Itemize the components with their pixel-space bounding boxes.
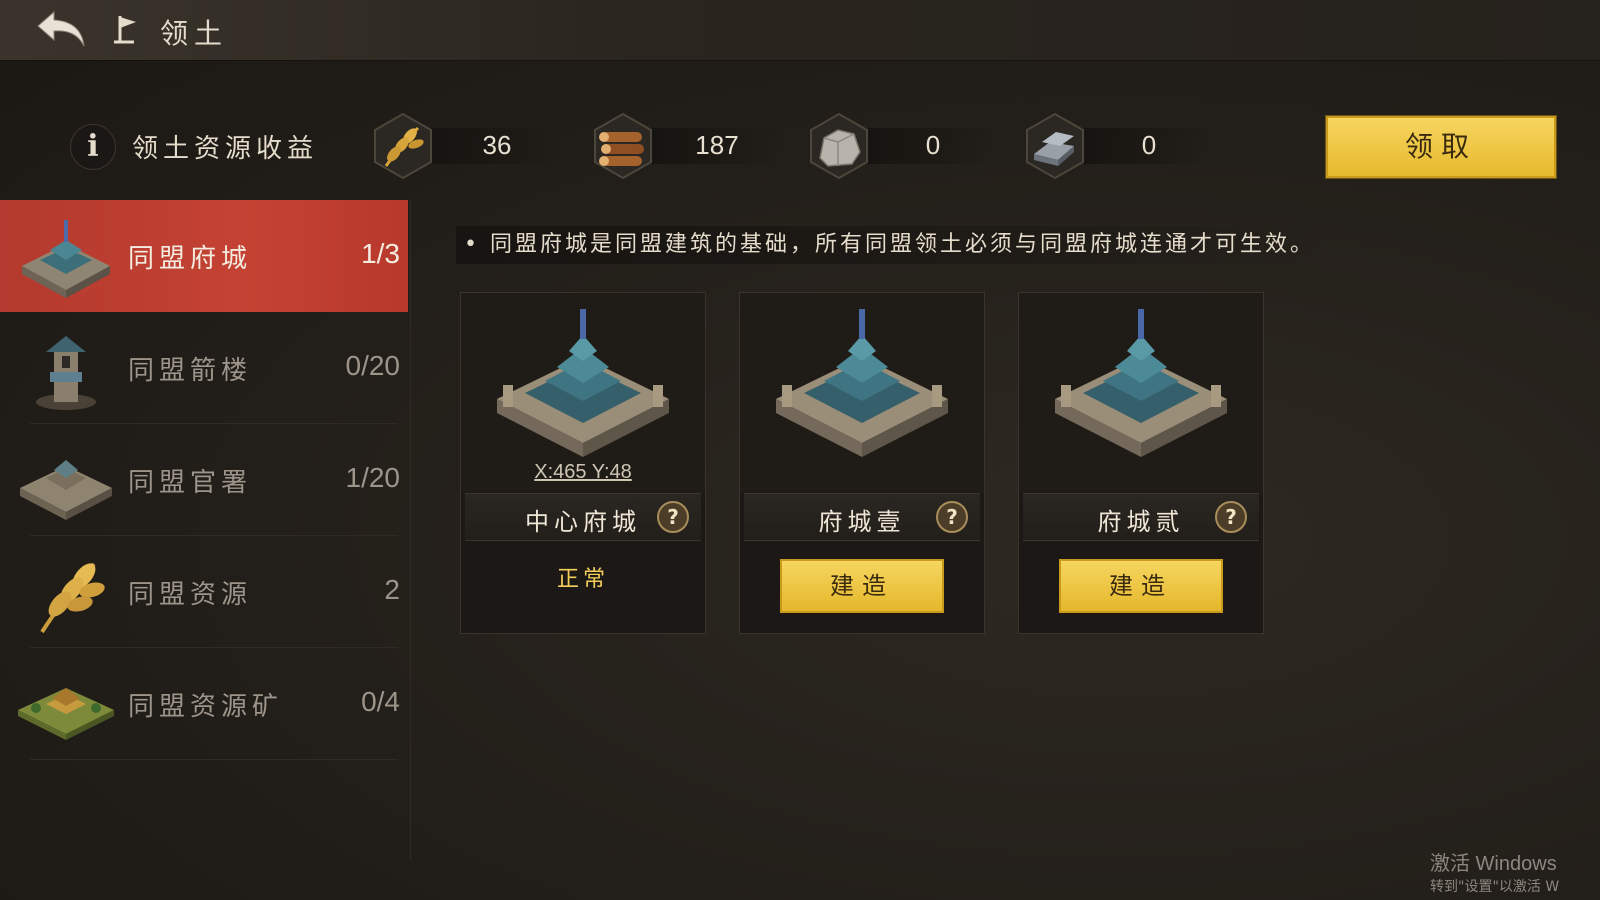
building-image-area [1019, 293, 1263, 493]
card-name-bar: 府城壹 ? [744, 493, 980, 541]
sidebar-item-count: 0/4 [361, 686, 400, 717]
iron-icon [1026, 112, 1084, 180]
help-icon[interactable]: ? [936, 501, 968, 533]
sidebar-item-alliance-city[interactable]: 同盟府城 1/3 [0, 200, 408, 312]
city-coordinates-link[interactable]: X:465 Y:48 [461, 461, 705, 484]
sidebar-item-alliance-resource[interactable]: 同盟资源 2 [0, 536, 408, 648]
windows-activation-watermark: 激活 Windows 转到"设置"以激活 W [1430, 847, 1600, 896]
wheat-resource-icon [40, 562, 105, 634]
build-button[interactable]: 建造 [780, 559, 944, 613]
stone-icon [810, 112, 868, 180]
sidebar-item-label: 同盟资源矿 [128, 692, 284, 722]
building-image-area [740, 293, 984, 493]
watermark-line-2: 转到"设置"以激活 W [1430, 879, 1560, 895]
sidebar-item-count: 1/3 [361, 238, 400, 269]
city-building-icon [1055, 309, 1227, 457]
city-building-icon [776, 309, 948, 457]
wood-value: 187 [695, 130, 739, 160]
building-image-area: X:465 Y:48 [461, 293, 705, 493]
iron-value: 0 [1141, 130, 1157, 160]
sidebar-item-arrow-tower[interactable]: 同盟箭楼 0/20 [0, 312, 408, 424]
sidebar-item-count: 0/20 [345, 350, 401, 381]
sidebar-item-label: 同盟箭楼 [128, 356, 253, 386]
city-building-icon [497, 309, 669, 457]
card-city-one: 府城壹 ? 建造 [739, 292, 985, 634]
sidebar-item-government-office[interactable]: 同盟官署 1/20 [0, 424, 408, 536]
card-city-two: 府城贰 ? 建造 [1018, 292, 1264, 634]
building-category-sidebar: 同盟府城 1/3 同盟箭楼 0/20 同盟官署 1/20 同盟资源 2 同盟资源… [0, 200, 411, 860]
card-status: 正常 [556, 567, 609, 592]
help-icon[interactable]: ? [657, 501, 689, 533]
sidebar-item-label: 同盟官署 [128, 468, 253, 498]
government-office-icon [20, 460, 112, 520]
flag-icon [112, 14, 142, 46]
wheat-value: 36 [482, 130, 512, 160]
wood-icon [594, 112, 652, 180]
sidebar-item-label: 同盟府城 [128, 244, 253, 274]
card-name-bar: 中心府城 ? [465, 493, 701, 541]
watermark-line-1: 激活 Windows [1430, 853, 1557, 875]
sidebar-item-count: 2 [384, 574, 400, 605]
sidebar-item-count: 1/20 [345, 462, 401, 493]
arrow-tower-icon [36, 336, 96, 410]
resource-income-title: 领土资源收益 [132, 134, 319, 164]
stone-value: 0 [925, 130, 941, 160]
claim-button[interactable]: 领取 [1326, 116, 1556, 178]
resource-mine-icon [18, 688, 114, 740]
alliance-city-icon [22, 220, 110, 298]
sidebar-item-resource-mine[interactable]: 同盟资源矿 0/4 [0, 648, 408, 760]
info-icon[interactable]: i [70, 124, 116, 170]
build-button[interactable]: 建造 [1059, 559, 1223, 613]
top-bar: 领土 [0, 0, 1600, 61]
divider [30, 759, 398, 760]
card-central-city: X:465 Y:48 中心府城 ? 正常 [460, 292, 706, 634]
card-name-bar: 府城贰 ? [1023, 493, 1259, 541]
wheat-icon [374, 112, 432, 180]
alliance-city-description: • 同盟府城是同盟建筑的基础，所有同盟领土必须与同盟府城连通才可生效。 [456, 226, 1325, 264]
page-title: 领土 [160, 17, 229, 50]
back-button[interactable] [34, 8, 90, 52]
sidebar-item-label: 同盟资源 [128, 580, 253, 610]
help-icon[interactable]: ? [1215, 501, 1247, 533]
back-arrow-icon [37, 10, 85, 47]
